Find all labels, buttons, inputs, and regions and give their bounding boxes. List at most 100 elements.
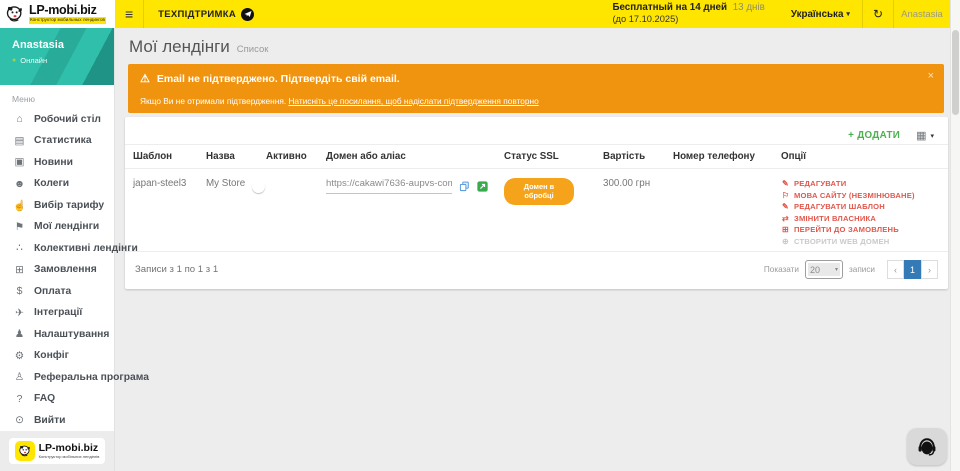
sidebar-item-config[interactable]: ⚙Конфіг — [0, 345, 114, 367]
headset-icon — [916, 436, 938, 458]
sidebar-footer-logo: LP-mobi.biz Конструктор мобільних лендін… — [9, 438, 106, 464]
flag-icon: ⚐ — [781, 190, 790, 202]
domain-link[interactable]: https://cakawi7636-aupvs-com-42 — [326, 178, 452, 194]
col-template: Шаблон — [125, 145, 198, 169]
close-icon[interactable]: × — [928, 70, 934, 82]
pagination: ‹ 1 › — [887, 260, 938, 279]
stats-icon: ▤ — [13, 135, 26, 147]
records-label: записи — [849, 265, 875, 274]
alert-body-text: Якщо Ви не отримали підтвердження. — [140, 96, 288, 106]
chevron-down-icon: ▾ — [835, 266, 838, 273]
dashboard-icon: ⌂ — [13, 113, 26, 125]
page-size-select[interactable]: 20 ▾ — [805, 260, 843, 279]
chevron-down-icon: ▾ — [846, 10, 850, 18]
person-icon: ♟ — [13, 328, 26, 340]
app-window: LP-mobi.biz Конструктор мобильных лендин… — [0, 0, 960, 471]
refresh-icon[interactable]: ↻ — [863, 7, 893, 21]
vertical-scrollbar — [950, 0, 960, 471]
sidebar: Anastasia ● Онлайн Меню ⌂Робочий стіл ▤С… — [0, 28, 115, 471]
sidebar-item-faq[interactable]: ?FAQ — [0, 388, 114, 410]
cell-name: My Store — [198, 169, 258, 252]
online-status-icon: ● — [12, 57, 16, 64]
edit-template-option[interactable]: ✎РЕДАГУВАТИ ШАБЛОН — [781, 201, 940, 213]
prev-page-button[interactable]: ‹ — [887, 260, 904, 279]
cart-icon: ⊞ — [13, 264, 26, 276]
table-header-row: Шаблон Назва Активно Домен або аліас Ста… — [125, 145, 948, 169]
col-name: Назва — [198, 145, 258, 169]
sidebar-user-name: Anastasia — [12, 39, 114, 51]
sidebar-item-news[interactable]: ▣Новини — [0, 152, 114, 174]
language-selector[interactable]: Українська ▾ — [779, 9, 862, 20]
thumb-up-icon: ☝ — [13, 199, 26, 212]
create-web-domain-option: ⊕СТВОРИТИ WEB ДОМЕН — [781, 236, 940, 248]
account-menu[interactable]: Anastasia — [894, 9, 950, 20]
page-1-button[interactable]: 1 — [904, 260, 921, 279]
share-icon: ∴ — [13, 242, 26, 254]
next-page-button[interactable]: › — [921, 260, 938, 279]
footer-brand-title: LP-mobi.biz — [39, 443, 100, 454]
dollar-icon: $ — [13, 285, 26, 297]
sidebar-item-orders[interactable]: ⊞Замовлення — [0, 259, 114, 281]
question-icon: ? — [13, 393, 26, 405]
sidebar-item-colleagues[interactable]: ☻Колеги — [0, 173, 114, 195]
sidebar-user-panel: Anastasia ● Онлайн — [0, 28, 114, 85]
support-button[interactable]: ТЕХПІДТРИМКА — [144, 8, 268, 21]
brand-logo[interactable]: LP-mobi.biz Конструктор мобильных лендин… — [0, 0, 115, 28]
cell-phone — [665, 169, 773, 252]
col-domain: Домен або аліас — [318, 145, 496, 169]
sidebar-item-payment[interactable]: $Оплата — [0, 281, 114, 303]
resend-confirmation-link[interactable]: Натисніть це посилання, щоб надіслати пі… — [288, 96, 538, 106]
add-landing-button[interactable]: + ДОДАТИ — [848, 130, 900, 141]
col-ssl-status: Статус SSL — [496, 145, 595, 169]
table-row: japan-steel3 My Store https://cakawi7636… — [125, 169, 948, 252]
dog-logo-icon — [5, 4, 25, 24]
sidebar-footer: LP-mobi.biz Конструктор мобільних лендін… — [0, 431, 114, 471]
sidebar-user-status: Онлайн — [20, 56, 47, 65]
email-alert: ⚠ Email не підтверджено. Підтвердіть сві… — [128, 64, 944, 113]
records-info: Записи з 1 по 1 з 1 — [135, 264, 218, 275]
colleagues-icon: ☻ — [13, 178, 26, 190]
sidebar-item-dashboard[interactable]: ⌂Робочий стіл — [0, 109, 114, 131]
language-label: Українська — [791, 9, 844, 20]
support-label: ТЕХПІДТРИМКА — [158, 9, 236, 20]
sidebar-item-referral[interactable]: ♙Реферальна програма — [0, 367, 114, 389]
sidebar-item-statistics[interactable]: ▤Статистика — [0, 130, 114, 152]
grid-icon: ▦ — [916, 129, 926, 142]
column-settings-button[interactable]: ▦ ▾ — [916, 129, 934, 142]
top-header: LP-mobi.biz Конструктор мобильных лендин… — [0, 0, 950, 28]
cell-template: japan-steel3 — [125, 169, 198, 252]
open-site-icon[interactable] — [477, 181, 488, 195]
trial-until-date: (до 17.10.2025) — [612, 14, 764, 26]
page-title: Мої лендінги — [129, 37, 230, 57]
news-icon: ▣ — [13, 156, 26, 168]
menu-section-label: Меню — [0, 85, 114, 109]
trial-status: Бесплатный на 14 дней 13 днів (до 17.10.… — [612, 2, 764, 26]
copy-icon[interactable] — [459, 181, 470, 195]
landings-table: Шаблон Назва Активно Домен або аліас Ста… — [125, 144, 948, 252]
edit-option[interactable]: ✎РЕДАГУВАТИ — [781, 178, 940, 190]
power-icon: ⊙ — [13, 414, 26, 426]
sidebar-item-logout[interactable]: ⊙Вийти — [0, 410, 114, 432]
sidebar-item-integrations[interactable]: ✈Інтеграції — [0, 302, 114, 324]
go-to-orders-option[interactable]: ⊞ПЕРЕЙТИ ДО ЗАМОВЛЕНЬ — [781, 224, 940, 236]
ssl-status-badge: Домен в обробці — [504, 178, 574, 205]
sidebar-item-settings[interactable]: ♟Налаштування — [0, 324, 114, 346]
change-owner-option[interactable]: ⇄ЗМІНИТИ ВЛАСНИКА — [781, 213, 940, 225]
sidebar-item-collective-landings[interactable]: ∴Колективні лендінги — [0, 238, 114, 260]
sidebar-item-my-landings[interactable]: ⚑Мої лендінги — [0, 216, 114, 238]
scrollbar-thumb[interactable] — [952, 30, 959, 115]
cart-icon: ⊞ — [781, 224, 790, 236]
sidebar-item-tariff[interactable]: ☝Вибір тарифу — [0, 195, 114, 217]
site-language-option[interactable]: ⚐МОВА САЙТУ (НЕЗМІНЮВАНЕ) — [781, 190, 940, 202]
support-chat-widget[interactable] — [907, 428, 947, 465]
col-active: Активно — [258, 145, 318, 169]
landings-icon: ⚑ — [13, 221, 26, 233]
person-add-icon: ♙ — [13, 371, 26, 383]
trial-days-left: 13 днів — [733, 2, 765, 13]
brand-subtitle: Конструктор мобильных лендингов — [29, 17, 106, 24]
trial-title: Бесплатный на 14 дней — [612, 2, 727, 13]
hamburger-menu-icon[interactable]: ≡ — [115, 6, 143, 22]
gear-icon: ⚙ — [13, 350, 26, 362]
swap-icon: ⇄ — [781, 213, 790, 225]
col-price: Вартість — [595, 145, 665, 169]
